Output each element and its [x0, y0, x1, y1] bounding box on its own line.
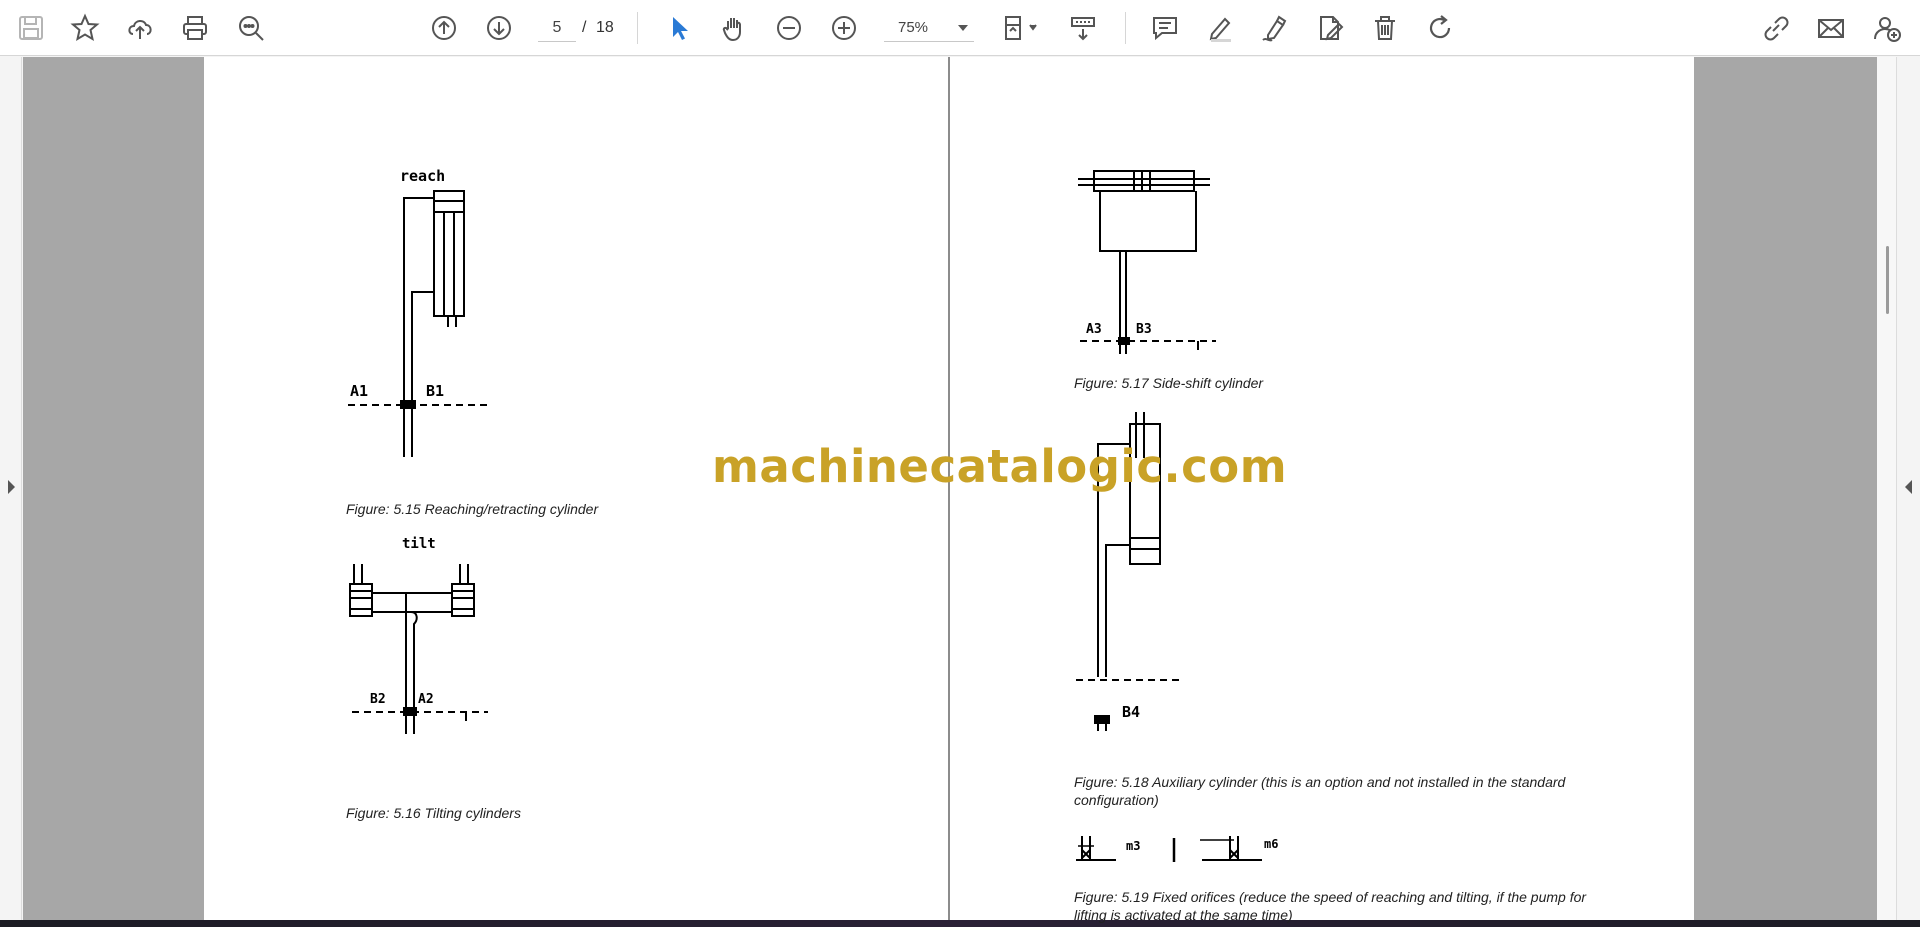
zoom-level-select[interactable]: 75% — [884, 14, 974, 42]
zoom-in-icon[interactable] — [825, 9, 863, 47]
zoom-search-icon[interactable] — [232, 9, 270, 47]
next-page-button[interactable] — [480, 9, 518, 47]
hand-pan-icon[interactable] — [715, 9, 753, 47]
page-number-input[interactable]: 5 — [538, 14, 576, 42]
fixed-orifices-diagram: m3 m6 — [1074, 834, 1304, 873]
port-label-b: B3 — [1136, 322, 1152, 337]
figure-caption: Figure: 5.19 Fixed orifices (reduce the … — [1074, 889, 1587, 923]
expand-left-panel-icon[interactable] — [8, 480, 15, 494]
edit-document-icon[interactable] — [1311, 9, 1349, 47]
tilt-cylinders-diagram: tilt B2 A2 — [348, 534, 498, 739]
port-label-b: B1 — [426, 382, 444, 400]
scroll-mode-icon[interactable] — [1064, 9, 1102, 47]
port-label-a: B2 — [370, 692, 386, 707]
save-icon[interactable] — [12, 9, 50, 47]
page-separator: / — [582, 19, 587, 36]
print-icon[interactable] — [176, 9, 214, 47]
figure-caption: Figure: 5.15 Reaching/retracting cylinde… — [346, 501, 599, 517]
orifice-label-a: m3 — [1126, 839, 1140, 853]
toolbar: 5 / 18 75% — [0, 0, 1920, 56]
zoom-level-value: 75% — [898, 19, 929, 36]
taskbar-edge — [0, 920, 1920, 927]
arrow-down-circle-icon — [487, 16, 511, 40]
rotate-icon[interactable] — [1421, 9, 1459, 47]
arrow-up-circle-icon — [432, 16, 456, 40]
figure-caption: Figure: 5.17 Side-shift cylinder — [1074, 375, 1264, 391]
bookmark-star-icon[interactable] — [66, 9, 104, 47]
toolbar-divider — [637, 12, 638, 44]
expand-right-panel-icon[interactable] — [1905, 480, 1912, 494]
delete-trash-icon[interactable] — [1366, 9, 1404, 47]
side-shift-cylinder-diagram: A3 B3 — [1076, 169, 1226, 374]
upload-cloud-icon[interactable] — [121, 9, 159, 47]
email-icon[interactable] — [1812, 9, 1850, 47]
orifice-label-b: m6 — [1264, 837, 1278, 851]
toolbar-divider — [1125, 12, 1126, 44]
highlight-pen-icon[interactable] — [1201, 9, 1239, 47]
add-user-icon[interactable] — [1868, 9, 1906, 47]
port-label-b: B4 — [1122, 703, 1140, 721]
share-link-icon[interactable] — [1757, 9, 1795, 47]
page-total: 18 — [596, 19, 614, 36]
figure-label-top: reach — [400, 167, 445, 185]
port-label-a: A1 — [350, 382, 368, 400]
scrollbar-thumb[interactable] — [1886, 246, 1889, 314]
port-label-a: A3 — [1086, 322, 1102, 337]
page-fit-icon[interactable] — [997, 9, 1047, 47]
port-label-b: A2 — [418, 692, 434, 707]
auxiliary-port-area: B4 — [1074, 697, 1214, 742]
figure-caption: Figure: 5.16 Tilting cylinders — [346, 805, 521, 821]
comment-icon[interactable] — [1146, 9, 1184, 47]
vertical-scrollbar[interactable] — [1877, 57, 1896, 920]
chevron-down-icon — [958, 25, 968, 31]
sign-pen-icon[interactable] — [1256, 9, 1294, 47]
previous-page-button[interactable] — [425, 9, 463, 47]
select-cursor-icon[interactable] — [660, 9, 698, 47]
zoom-out-icon[interactable] — [770, 9, 808, 47]
figure-label-top: tilt — [402, 536, 436, 552]
watermark-text: machinecatalogic.com — [712, 440, 1288, 493]
figure-caption: Figure: 5.18 Auxiliary cylinder (this is… — [1074, 774, 1566, 808]
reach-cylinder-diagram: reach A1 B1 — [344, 167, 504, 457]
